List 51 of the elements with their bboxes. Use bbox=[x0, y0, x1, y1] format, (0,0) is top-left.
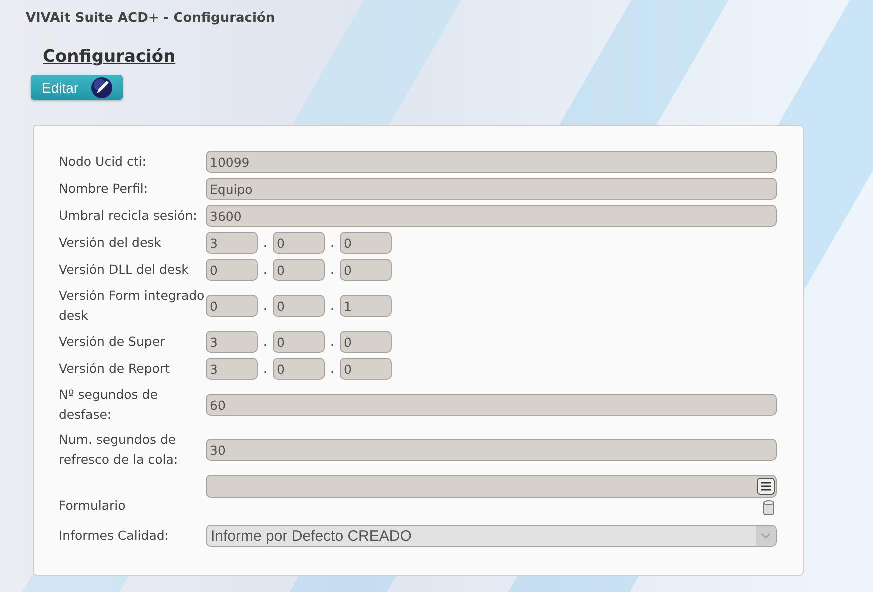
separator-dot: . bbox=[262, 334, 269, 350]
separator-dot: . bbox=[329, 262, 336, 278]
field-label: Versión DLL del desk bbox=[59, 261, 190, 279]
text-field[interactable]: 10099 bbox=[206, 151, 777, 173]
field-label: Versión de Report bbox=[59, 360, 171, 378]
version-field[interactable]: 0 bbox=[273, 331, 325, 353]
text-field[interactable]: 30 bbox=[206, 439, 777, 461]
text-field[interactable]: 60 bbox=[206, 394, 777, 416]
text-field[interactable]: Equipo bbox=[206, 178, 777, 200]
separator-dot: . bbox=[262, 262, 269, 278]
field-label: Versión de Super bbox=[59, 333, 166, 351]
version-field[interactable]: 0 bbox=[340, 358, 392, 380]
field-label: Formulario bbox=[59, 497, 127, 515]
version-field[interactable]: 1 bbox=[340, 295, 392, 317]
version-field[interactable]: 3 bbox=[206, 331, 258, 353]
version-field[interactable]: 0 bbox=[273, 295, 325, 317]
report-select[interactable]: Informe por Defecto CREADO bbox=[206, 525, 777, 547]
separator-dot: . bbox=[329, 236, 336, 250]
version-field[interactable]: 0 bbox=[273, 232, 325, 254]
separator-dot: . bbox=[262, 362, 269, 376]
separator-dot: . bbox=[329, 334, 336, 350]
version-field[interactable]: 3 bbox=[206, 358, 258, 380]
field-label: Versión Form integrado desk bbox=[59, 287, 206, 325]
window-title: VIVAit Suite ACD+ - Configuración bbox=[25, 10, 276, 28]
chevron-down-icon bbox=[761, 533, 771, 539]
version-field[interactable]: 0 bbox=[206, 259, 258, 281]
version-field[interactable]: 0 bbox=[340, 331, 392, 353]
trash-icon[interactable] bbox=[763, 500, 775, 516]
field-label: Nombre Perfil: bbox=[59, 180, 150, 198]
pen-icon bbox=[90, 76, 113, 98]
version-field[interactable]: 3 bbox=[206, 232, 258, 254]
text-field[interactable]: 3600 bbox=[206, 205, 777, 227]
version-field[interactable]: 0 bbox=[273, 259, 325, 281]
separator-dot: . bbox=[329, 362, 336, 376]
version-field[interactable]: 0 bbox=[273, 358, 325, 380]
field-label: Versión del desk bbox=[59, 234, 162, 252]
form-field[interactable] bbox=[206, 475, 777, 498]
version-field[interactable]: 0 bbox=[340, 259, 392, 281]
version-field[interactable]: 0 bbox=[340, 232, 392, 254]
field-label: Nº segundos de desfase: bbox=[59, 386, 159, 424]
version-field[interactable]: 0 bbox=[206, 295, 258, 317]
separator-dot: . bbox=[262, 298, 269, 314]
separator-dot: . bbox=[262, 236, 269, 250]
field-label: Umbral recicla sesión: bbox=[59, 207, 198, 225]
field-label: Nodo Ucid cti: bbox=[59, 153, 148, 171]
field-label: Num. segundos de refresco de la cola: bbox=[59, 431, 180, 469]
edit-button[interactable]: Editar bbox=[31, 75, 123, 100]
list-icon[interactable] bbox=[757, 478, 775, 495]
page-heading: Configuración bbox=[43, 47, 176, 67]
field-label: Informes Calidad: bbox=[59, 527, 170, 545]
separator-dot: . bbox=[329, 298, 336, 314]
